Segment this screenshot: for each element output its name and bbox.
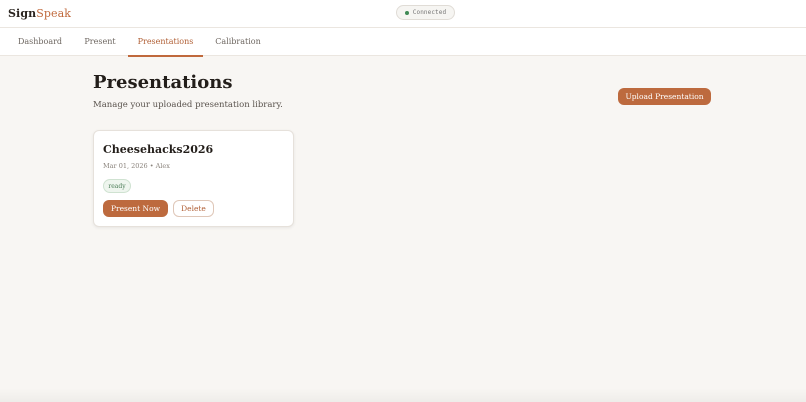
page-subtitle: Manage your uploaded presentation librar… xyxy=(93,100,283,110)
brand-name-part1: Sign xyxy=(8,7,37,20)
tab-present[interactable]: Present xyxy=(80,28,120,56)
brand-logo[interactable]: SignSpeak xyxy=(8,7,71,20)
connection-status-text: Connected xyxy=(412,9,447,16)
connection-status-badge: Connected xyxy=(396,5,455,20)
main-nav: Dashboard Present Presentations Calibrat… xyxy=(0,28,806,57)
brand-name-part2: Speak xyxy=(36,7,72,20)
present-now-button[interactable]: Present Now xyxy=(103,200,168,217)
presentation-title: Cheesehacks2026 xyxy=(103,143,214,156)
presentation-card: Cheesehacks2026 Mar 01, 2026 • Alex read… xyxy=(93,130,294,227)
status-badge: ready xyxy=(103,179,131,193)
tab-presentations[interactable]: Presentations xyxy=(128,28,203,57)
status-dot-icon xyxy=(404,10,409,15)
top-bar: SignSpeak Connected xyxy=(0,0,806,28)
upload-presentation-button[interactable]: Upload Presentation xyxy=(618,88,711,105)
presentation-meta: Mar 01, 2026 • Alex xyxy=(103,162,170,170)
bottom-shadow xyxy=(0,388,806,402)
page-title: Presentations xyxy=(93,72,233,93)
tab-dashboard[interactable]: Dashboard xyxy=(8,28,72,56)
delete-button[interactable]: Delete xyxy=(173,200,214,217)
tab-calibration[interactable]: Calibration xyxy=(210,28,266,56)
